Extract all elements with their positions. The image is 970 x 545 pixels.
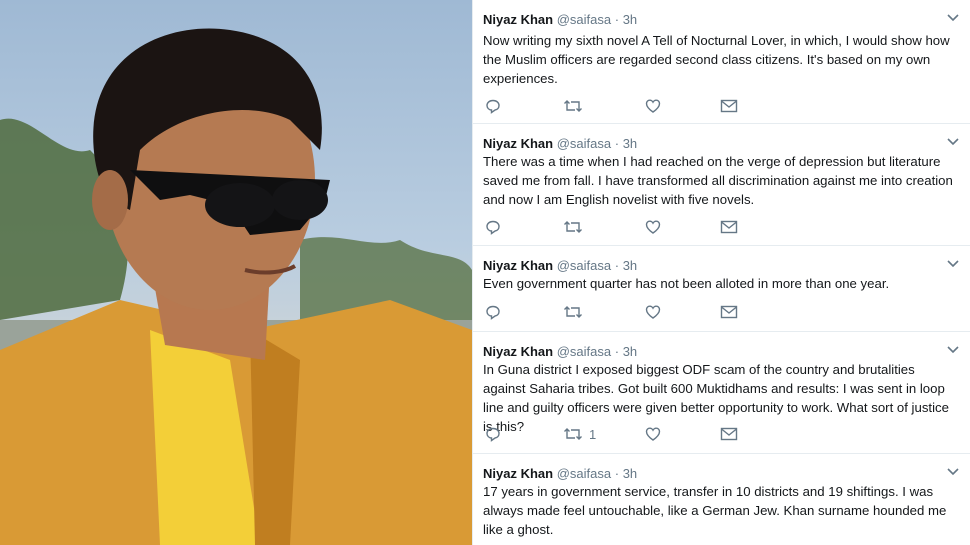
chevron-down-icon[interactable]: [947, 346, 959, 354]
like-button[interactable]: [645, 304, 661, 320]
tweet-item[interactable]: Niyaz Khan @saifasa · 3h In Guna distric…: [473, 332, 970, 454]
envelope-icon: [720, 99, 738, 113]
retweet-button[interactable]: [563, 98, 589, 114]
author-name[interactable]: Niyaz Khan: [483, 344, 553, 359]
reply-button[interactable]: [485, 219, 501, 235]
envelope-icon: [720, 305, 738, 319]
author-name[interactable]: Niyaz Khan: [483, 136, 553, 151]
message-button[interactable]: [720, 219, 738, 235]
message-button[interactable]: [720, 98, 738, 114]
tweet-item[interactable]: Niyaz Khan @saifasa · 3h Even government…: [473, 246, 970, 332]
retweet-button[interactable]: [563, 219, 589, 235]
heart-icon: [645, 427, 661, 441]
reply-button[interactable]: [485, 426, 501, 442]
retweet-icon: [564, 428, 582, 440]
like-button[interactable]: [645, 219, 661, 235]
tweet-text: Even government quarter has not been all…: [483, 276, 890, 291]
retweet-icon: [564, 221, 582, 233]
timestamp[interactable]: 3h: [623, 344, 637, 359]
retweet-button[interactable]: [563, 304, 589, 320]
separator: ·: [614, 344, 620, 359]
reply-button[interactable]: [485, 98, 501, 114]
author-name[interactable]: Niyaz Khan: [483, 258, 553, 273]
envelope-icon: [720, 427, 738, 441]
retweet-icon: [564, 100, 582, 112]
retweet-count: 1: [589, 426, 597, 442]
tweet-actions: [483, 98, 783, 118]
timestamp[interactable]: 3h: [623, 12, 637, 27]
author-name[interactable]: Niyaz Khan: [483, 12, 553, 27]
timestamp[interactable]: 3h: [623, 258, 637, 273]
chevron-down-icon[interactable]: [947, 14, 959, 22]
author-handle[interactable]: @saifasa: [557, 12, 611, 27]
reply-icon: [486, 220, 500, 235]
timestamp[interactable]: 3h: [623, 466, 637, 481]
author-handle[interactable]: @saifasa: [557, 258, 611, 273]
tweet-header: Niyaz Khan @saifasa · 3h: [483, 136, 637, 151]
tweet-feed: Niyaz Khan @saifasa · 3h Now writing my …: [472, 0, 970, 545]
message-button[interactable]: [720, 426, 738, 442]
heart-icon: [645, 305, 661, 319]
reply-icon: [486, 427, 500, 442]
author-name[interactable]: Niyaz Khan: [483, 466, 553, 481]
profile-photo: [0, 0, 472, 545]
chevron-down-icon[interactable]: [947, 138, 959, 146]
like-button[interactable]: [645, 426, 661, 442]
timestamp[interactable]: 3h: [623, 136, 637, 151]
chevron-down-icon[interactable]: [947, 468, 959, 476]
tweet-actions: 1: [483, 426, 783, 446]
tweet-text: Now writing my sixth novel A Tell of Noc…: [483, 33, 950, 86]
tweet-header: Niyaz Khan @saifasa · 3h: [483, 466, 637, 481]
reply-button[interactable]: [485, 304, 501, 320]
tweet-header: Niyaz Khan @saifasa · 3h: [483, 258, 637, 273]
reply-icon: [486, 305, 500, 320]
tweet-item[interactable]: Niyaz Khan @saifasa · 3h Now writing my …: [473, 0, 970, 124]
separator: ·: [614, 12, 620, 27]
tweet-actions: [483, 304, 783, 324]
like-button[interactable]: [645, 98, 661, 114]
retweet-button[interactable]: 1: [563, 426, 596, 442]
heart-icon: [645, 99, 661, 113]
author-handle[interactable]: @saifasa: [557, 466, 611, 481]
chevron-down-icon[interactable]: [947, 260, 959, 268]
tweet-text: In Guna district I exposed biggest ODF s…: [483, 362, 949, 434]
heart-icon: [645, 220, 661, 234]
tweet-header: Niyaz Khan @saifasa · 3h: [483, 12, 637, 27]
separator: ·: [614, 136, 620, 151]
photo-illustration: [0, 28, 472, 545]
tweet-actions: [483, 219, 783, 239]
author-handle[interactable]: @saifasa: [557, 344, 611, 359]
separator: ·: [614, 466, 620, 481]
tweet-text: 17 years in government service, transfer…: [483, 484, 947, 537]
tweet-header: Niyaz Khan @saifasa · 3h: [483, 344, 637, 359]
separator: ·: [614, 258, 620, 273]
reply-icon: [486, 99, 500, 114]
envelope-icon: [720, 220, 738, 234]
retweet-icon: [564, 306, 582, 318]
message-button[interactable]: [720, 304, 738, 320]
tweet-text: There was a time when I had reached on t…: [483, 154, 953, 207]
tweet-item[interactable]: Niyaz Khan @saifasa · 3h 17 years in gov…: [473, 454, 970, 545]
author-handle[interactable]: @saifasa: [557, 136, 611, 151]
tweet-item[interactable]: Niyaz Khan @saifasa · 3h There was a tim…: [473, 124, 970, 246]
